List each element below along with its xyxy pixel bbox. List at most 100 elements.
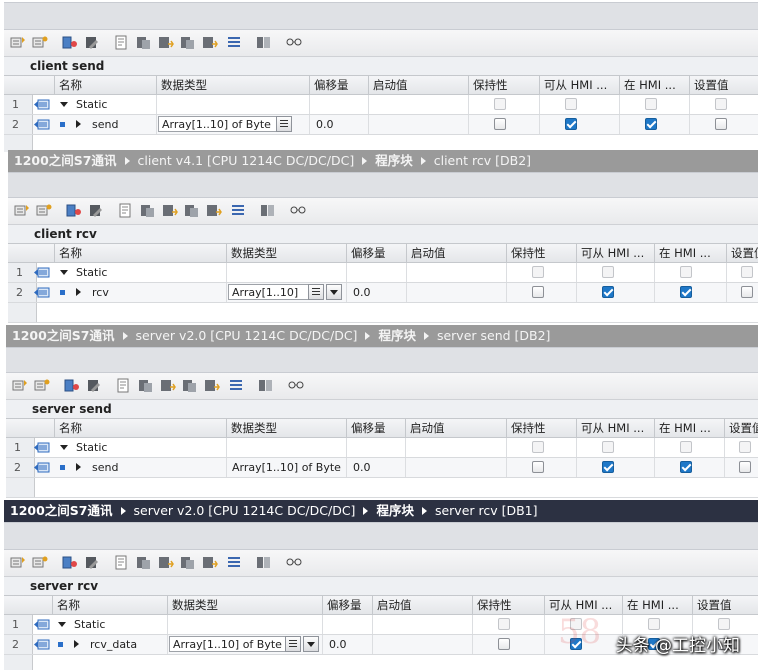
- expand-arrow-icon[interactable]: [76, 288, 81, 296]
- col-type-header[interactable]: 数据类型: [226, 419, 346, 437]
- hmi-access-checkbox[interactable]: [565, 118, 577, 130]
- start-value[interactable]: [405, 438, 507, 457]
- retain-checkbox[interactable]: [532, 461, 544, 473]
- retain-checkbox[interactable]: [532, 441, 544, 453]
- col-hmi-visible-header[interactable]: 在 HMI ...: [654, 244, 726, 262]
- type-dropdown-button[interactable]: [326, 284, 342, 300]
- breadcrumb-item[interactable]: client v4.1 [CPU 1214C DC/DC/DC]: [138, 153, 355, 168]
- setpoint-checkbox[interactable]: [741, 286, 753, 298]
- type-cell[interactable]: [226, 438, 347, 457]
- monitor-icon[interactable]: [86, 378, 102, 393]
- col-type-header[interactable]: 数据类型: [167, 596, 322, 614]
- type-cell[interactable]: [226, 263, 347, 282]
- start-value[interactable]: [372, 615, 473, 634]
- expand-list-icon[interactable]: [230, 203, 246, 218]
- start-value[interactable]: [405, 458, 507, 477]
- snapshot-icon[interactable]: [118, 203, 134, 218]
- split-view-icon[interactable]: [256, 35, 272, 50]
- load-start-icon[interactable]: [204, 378, 220, 393]
- expand-arrow-icon[interactable]: [74, 640, 79, 648]
- start-value[interactable]: [406, 283, 507, 302]
- table-row[interactable]: 1 Static: [8, 263, 758, 283]
- col-start-value-header[interactable]: 启动值: [372, 596, 472, 614]
- col-name-header[interactable]: 名称: [54, 244, 226, 262]
- expand-list-icon[interactable]: [226, 555, 242, 570]
- db-block-icon[interactable]: [66, 203, 82, 218]
- col-start-value-header[interactable]: 启动值: [405, 419, 506, 437]
- collapse-arrow-icon[interactable]: [60, 102, 68, 107]
- col-hmi-visible-header[interactable]: 在 HMI ...: [622, 596, 692, 614]
- setpoint-checkbox[interactable]: [739, 441, 751, 453]
- monitor-icon[interactable]: [88, 203, 104, 218]
- setpoint-checkbox[interactable]: [741, 266, 753, 278]
- type-list-button[interactable]: [308, 284, 324, 300]
- copy-start-icon[interactable]: [180, 35, 196, 50]
- col-hmi-access-header[interactable]: 可从 HMI ...: [576, 244, 654, 262]
- breadcrumb-item[interactable]: 1200之间S7通讯: [10, 503, 113, 518]
- col-name-header[interactable]: 名称: [52, 596, 167, 614]
- empty-row[interactable]: [6, 478, 758, 498]
- split-view-icon[interactable]: [260, 203, 276, 218]
- breadcrumb-item[interactable]: 程序块: [378, 328, 416, 343]
- collapse-arrow-icon[interactable]: [60, 445, 68, 450]
- type-cell[interactable]: [167, 615, 323, 634]
- breadcrumb-item[interactable]: 程序块: [376, 503, 414, 518]
- breadcrumb-item[interactable]: server v2.0 [CPU 1214C DC/DC/DC]: [134, 503, 356, 518]
- row-name[interactable]: Static: [76, 95, 152, 114]
- row-name[interactable]: send: [92, 115, 152, 134]
- breadcrumb-item[interactable]: 程序块: [375, 153, 413, 168]
- col-setpoint-header[interactable]: 设置值: [724, 419, 758, 437]
- col-name-header[interactable]: 名称: [54, 419, 226, 437]
- retain-checkbox[interactable]: [498, 618, 510, 630]
- load-snapshot-icon[interactable]: [162, 203, 178, 218]
- retain-checkbox[interactable]: [498, 638, 510, 650]
- row-name[interactable]: send: [92, 458, 222, 477]
- col-hmi-access-header[interactable]: 可从 HMI ...: [576, 419, 654, 437]
- type-list-button[interactable]: [285, 636, 301, 652]
- expand-arrow-icon[interactable]: [76, 120, 81, 128]
- hmi-visible-checkbox[interactable]: [680, 266, 692, 278]
- col-offset-header[interactable]: 偏移量: [322, 596, 372, 614]
- load-snapshot-icon[interactable]: [158, 35, 174, 50]
- insert-row-icon[interactable]: [12, 378, 28, 393]
- monitor-glasses-icon[interactable]: [286, 555, 302, 570]
- copy-start-icon[interactable]: [184, 203, 200, 218]
- empty-row[interactable]: [8, 303, 758, 323]
- monitor-glasses-icon[interactable]: [290, 203, 306, 218]
- copy-snapshot-icon[interactable]: [136, 555, 152, 570]
- breadcrumb-item[interactable]: 1200之间S7通讯: [14, 153, 117, 168]
- data-type-input[interactable]: Array[1..10] ...: [228, 284, 312, 315]
- load-start-icon[interactable]: [202, 35, 218, 50]
- hmi-access-checkbox[interactable]: [602, 441, 614, 453]
- col-offset-header[interactable]: 偏移量: [346, 419, 405, 437]
- add-row-icon[interactable]: [34, 378, 50, 393]
- col-setpoint-header[interactable]: 设置值: [726, 244, 758, 262]
- setpoint-checkbox[interactable]: [739, 461, 751, 473]
- split-view-icon[interactable]: [256, 555, 272, 570]
- insert-row-icon[interactable]: [10, 555, 26, 570]
- copy-snapshot-icon[interactable]: [138, 378, 154, 393]
- col-hmi-visible-header[interactable]: 在 HMI ...: [619, 76, 689, 94]
- col-offset-header[interactable]: 偏移量: [346, 244, 406, 262]
- col-start-value-header[interactable]: 启动值: [368, 76, 468, 94]
- setpoint-checkbox[interactable]: [718, 618, 730, 630]
- col-setpoint-header[interactable]: 设置值: [692, 596, 758, 614]
- retain-checkbox[interactable]: [494, 98, 506, 110]
- row-name[interactable]: Static: [76, 263, 222, 282]
- db-block-icon[interactable]: [62, 35, 78, 50]
- breadcrumb-item[interactable]: server rcv [DB1]: [435, 503, 538, 518]
- hmi-access-checkbox[interactable]: [602, 286, 614, 298]
- table-row[interactable]: 1 Static: [6, 438, 758, 458]
- table-row[interactable]: 2 send Array[1..10] of Byte 0.0: [6, 458, 758, 478]
- hmi-visible-checkbox[interactable]: [680, 441, 692, 453]
- db-block-icon[interactable]: [64, 378, 80, 393]
- hmi-access-checkbox[interactable]: [602, 461, 614, 473]
- expand-arrow-icon[interactable]: [76, 463, 81, 471]
- col-start-value-header[interactable]: 启动值: [406, 244, 506, 262]
- row-name[interactable]: rcv_data: [90, 635, 163, 654]
- retain-checkbox[interactable]: [532, 286, 544, 298]
- start-value[interactable]: [372, 635, 473, 654]
- hmi-visible-checkbox[interactable]: [680, 461, 692, 473]
- hmi-access-checkbox[interactable]: [602, 266, 614, 278]
- table-row[interactable]: 1 Static: [4, 95, 758, 115]
